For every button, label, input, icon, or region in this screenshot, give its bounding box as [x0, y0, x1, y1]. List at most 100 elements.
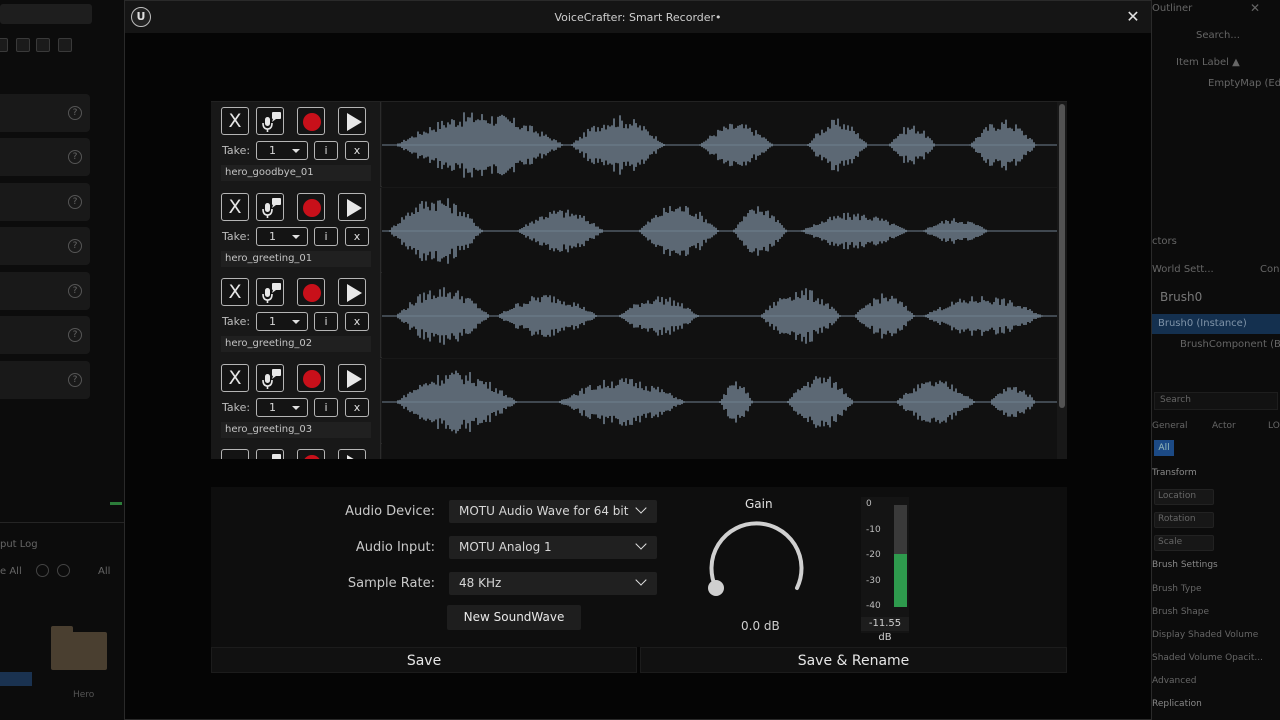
take-info-button[interactable]: i [314, 312, 338, 331]
audio-input-value: MOTU Analog 1 [459, 540, 552, 554]
bg-con: Con [1260, 264, 1280, 275]
bg-brush-settings-header: Brush Settings [1152, 560, 1218, 570]
mic-settings-button[interactable] [256, 449, 284, 459]
help-icon: ? [68, 328, 82, 342]
waveform-svg [382, 287, 1057, 345]
take-info-button[interactable]: i [314, 397, 338, 417]
record-icon [303, 198, 321, 217]
record-button[interactable] [297, 278, 325, 306]
bg-empty-map: EmptyMap (Edi [1208, 78, 1280, 89]
play-icon [347, 369, 362, 388]
bg-left-row: ? [0, 94, 90, 132]
take-label: Take: [222, 229, 251, 243]
waveform-display[interactable] [382, 187, 1057, 273]
gain-knob[interactable] [706, 515, 812, 611]
background-right-panel: Outliner ✕ Search... Item Label ▲ EmptyM… [1152, 0, 1280, 720]
take-info-button[interactable]: i [314, 226, 338, 246]
play-button[interactable] [338, 278, 366, 306]
delete-track-button[interactable]: X [221, 278, 249, 306]
waveform-display[interactable] [382, 102, 1057, 187]
bg-brush-type: Brush Type [1152, 584, 1202, 594]
help-icon: ? [68, 284, 82, 298]
track-name-field[interactable]: hero_goodbye_01 [221, 165, 371, 181]
help-icon: ? [68, 239, 82, 253]
take-dropdown[interactable]: 1 [256, 312, 308, 331]
track-name-field[interactable]: hero_greeting_03 [221, 421, 371, 438]
waveform-display[interactable] [382, 273, 1057, 358]
record-icon [303, 455, 321, 459]
mic-settings-button[interactable] [256, 107, 284, 135]
audio-input-dropdown[interactable]: MOTU Analog 1 [449, 536, 657, 559]
remove-take-button[interactable]: x [345, 312, 369, 331]
delete-track-button[interactable] [221, 449, 249, 459]
meter-tick-label: -10 [866, 524, 881, 535]
record-button[interactable] [297, 449, 325, 459]
take-dropdown[interactable]: 1 [256, 226, 308, 246]
track-controls: X Take: 1 i x hero_greeting_01 [211, 187, 381, 273]
record-button[interactable] [297, 363, 325, 392]
bg-brush-shape: Brush Shape [1152, 607, 1210, 617]
close-button[interactable]: ✕ [1123, 7, 1143, 27]
bg-brush0-instance: Brush0 (Instance) [1158, 318, 1247, 329]
folder-icon [51, 626, 107, 670]
delete-track-button[interactable]: X [221, 192, 249, 221]
audio-device-value: MOTU Audio Wave for 64 bit [459, 504, 629, 518]
take-value: 1 [269, 400, 276, 414]
record-button[interactable] [297, 107, 325, 135]
save-button[interactable]: Save [211, 647, 637, 673]
waveform-display[interactable] [382, 444, 1057, 459]
track-name-field[interactable]: hero_greeting_02 [221, 336, 371, 352]
audio-device-dropdown[interactable]: MOTU Audio Wave for 64 bit [449, 500, 657, 523]
back-icon [36, 564, 49, 577]
delete-track-button[interactable]: X [221, 107, 249, 135]
remove-take-button[interactable]: x [345, 397, 369, 417]
help-icon: ? [68, 150, 82, 164]
gain-label: Gain [745, 497, 773, 511]
remove-take-button[interactable]: x [345, 226, 369, 246]
bg-search-label: Search [1160, 395, 1191, 405]
chevron-down-icon [635, 502, 647, 514]
bg-item-label-header: Item Label ▲ [1176, 57, 1240, 68]
mic-settings-button[interactable] [256, 363, 284, 392]
title-bar[interactable]: U VoiceCrafter: Smart Recorder• ✕ [125, 1, 1151, 33]
microphone-icon [262, 368, 281, 389]
take-info-button[interactable]: i [314, 141, 338, 160]
play-button[interactable] [338, 192, 366, 221]
track-controls: X Take: 1 i x hero_goodbye_01 [211, 102, 381, 187]
bg-search-placeholder: Search... [1196, 30, 1240, 41]
bg-output-log-tab: put Log [0, 539, 38, 550]
bg-display-shaded: Display Shaded Volume [1152, 630, 1259, 640]
track-row: X Take: 1 i x hero_greeting_01 [211, 187, 1057, 273]
save-rename-button[interactable]: Save & Rename [640, 647, 1067, 673]
take-dropdown[interactable]: 1 [256, 141, 308, 160]
remove-take-button[interactable]: x [345, 141, 369, 160]
mic-settings-button[interactable] [256, 278, 284, 306]
waveform-svg [382, 197, 1057, 264]
waveform-display[interactable] [382, 358, 1057, 444]
bg-hero-folder-label: Hero [73, 690, 95, 700]
take-dropdown[interactable]: 1 [256, 397, 308, 417]
take-value: 1 [269, 315, 276, 328]
background-left-panel: ? ? ? ? ? ? ? put Log e All All Hero [0, 0, 124, 720]
audio-device-label: Audio Device: [345, 504, 435, 519]
track-list-scrollbar[interactable] [1057, 102, 1067, 459]
track-name-field[interactable]: hero_greeting_01 [221, 250, 371, 267]
meter-tick-label: -30 [866, 575, 881, 586]
play-button[interactable] [338, 449, 366, 459]
new-soundwave-button[interactable]: New SoundWave [447, 605, 581, 630]
scrollbar-thumb[interactable] [1059, 104, 1065, 408]
bg-transform-header: Transform [1152, 468, 1197, 478]
record-button[interactable] [297, 192, 325, 221]
bg-rotation: Rotation [1158, 514, 1196, 524]
bg-shaded-opacity: Shaded Volume Opacit... [1152, 653, 1263, 663]
bg-scale: Scale [1158, 537, 1183, 547]
play-button[interactable] [338, 107, 366, 135]
mic-settings-button[interactable] [256, 192, 284, 221]
bg-actors-label: ctors [1152, 236, 1177, 247]
microphone-icon [262, 283, 281, 303]
delete-track-button[interactable]: X [221, 363, 249, 392]
track-list: X Take: 1 i x hero_goodbye_01 X Take: 1 … [211, 101, 1067, 459]
meter-fill [894, 553, 907, 607]
sample-rate-dropdown[interactable]: 48 KHz [449, 572, 657, 595]
play-button[interactable] [338, 363, 366, 392]
